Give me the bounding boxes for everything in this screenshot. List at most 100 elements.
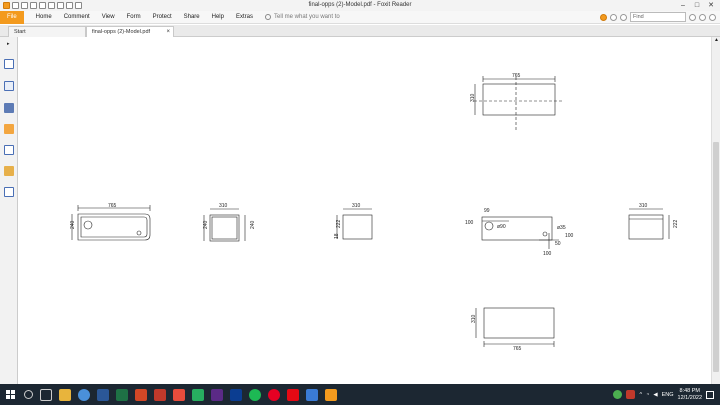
- right-view: 310 222: [628, 203, 679, 240]
- front-view-width: 765: [108, 203, 117, 209]
- lightbulb-icon: [265, 14, 271, 20]
- front-view-height: 240: [70, 220, 76, 229]
- pdf-icon[interactable]: [153, 388, 166, 401]
- hole-dim-d90: ø90: [497, 224, 506, 230]
- pinterest-icon[interactable]: [267, 388, 280, 401]
- side-view-height: 240: [203, 220, 209, 229]
- lock-icon[interactable]: [4, 166, 14, 176]
- photoshop-icon[interactable]: [229, 388, 242, 401]
- title-bar: final-opps (2)-Model.pdf - Foxit Reader …: [0, 0, 720, 11]
- tab-start-label: Start: [14, 29, 26, 35]
- side-view-width: 310: [219, 203, 228, 209]
- chrome-icon[interactable]: [77, 388, 90, 401]
- document-tab-bar: Start final-opps (2)-Model.pdf ×: [0, 25, 720, 37]
- small-box-height: 222: [336, 219, 342, 228]
- tab-document-label: final-opps (2)-Model.pdf: [92, 29, 151, 35]
- photos-icon[interactable]: [305, 388, 318, 401]
- volume-icon[interactable]: ◀: [653, 392, 657, 398]
- bottom-view-height: 310: [471, 314, 477, 323]
- menu-extras[interactable]: Extras: [230, 11, 259, 24]
- signature-icon[interactable]: [4, 187, 14, 197]
- windows-logo-icon: [5, 390, 15, 399]
- right-view-height: 222: [673, 219, 679, 228]
- comments-icon[interactable]: [4, 124, 14, 134]
- premiere-icon[interactable]: [210, 388, 223, 401]
- sun-icon[interactable]: [600, 13, 607, 21]
- clock[interactable]: 8:48 PM 12/1/2022: [678, 388, 702, 402]
- maximize-button[interactable]: □: [690, 0, 704, 11]
- system-tray: ^ ◔ ◀ ENG 8:48 PM 12/1/2022: [613, 384, 714, 405]
- search-icon[interactable]: [23, 390, 33, 399]
- hole-dim-100-bottom: 100: [543, 251, 552, 257]
- tell-me-box[interactable]: Tell me what you want to: [265, 14, 340, 20]
- layers-icon[interactable]: [4, 103, 14, 113]
- top-view-height: 310: [470, 93, 476, 102]
- tray-app-icon[interactable]: [626, 390, 636, 399]
- language-indicator[interactable]: ENG: [662, 392, 674, 398]
- excel-icon[interactable]: [115, 388, 128, 401]
- navigation-panel: ▸: [0, 37, 18, 384]
- scroll-thumb[interactable]: [713, 142, 719, 372]
- wifi-icon[interactable]: ◔: [646, 392, 649, 398]
- gear-icon[interactable]: [699, 13, 706, 21]
- hole-dim-d35: ø35: [557, 225, 566, 231]
- attachment-icon[interactable]: [4, 145, 14, 155]
- menu-home[interactable]: Home: [30, 11, 58, 24]
- powerpoint-icon[interactable]: [134, 388, 147, 401]
- netflix-icon[interactable]: [286, 388, 299, 401]
- pages-icon[interactable]: [4, 81, 14, 91]
- small-box-view: 310 222 18: [334, 203, 373, 240]
- start-button[interactable]: [0, 384, 20, 405]
- account-icon[interactable]: [620, 13, 627, 21]
- scroll-up-icon[interactable]: ▲: [712, 37, 720, 43]
- spotify-icon[interactable]: [248, 388, 261, 401]
- task-view-icon[interactable]: [39, 388, 52, 401]
- autocad-icon[interactable]: [172, 388, 185, 401]
- menu-view[interactable]: View: [96, 11, 121, 24]
- small-box-width: 310: [352, 203, 361, 209]
- clock-time: 8:48 PM: [679, 387, 700, 394]
- vertical-scrollbar[interactable]: ▲: [711, 37, 720, 384]
- close-tab-icon[interactable]: ×: [166, 27, 170, 37]
- menu-form[interactable]: Form: [121, 11, 147, 24]
- expand-panel-icon[interactable]: ▸: [7, 41, 10, 47]
- front-view: 765 240: [70, 203, 151, 241]
- window-controls: – □ ✕: [676, 0, 718, 11]
- hole-dim-100-right: 100: [565, 233, 574, 239]
- word-icon[interactable]: [96, 388, 109, 401]
- bottom-view: 765 310: [471, 307, 555, 352]
- tab-document[interactable]: final-opps (2)-Model.pdf ×: [86, 26, 174, 37]
- menu-protect[interactable]: Protect: [147, 11, 178, 24]
- bottom-view-width: 765: [513, 346, 522, 352]
- security-icon[interactable]: [613, 390, 623, 399]
- bookmark-icon[interactable]: [4, 59, 14, 69]
- app-icon[interactable]: [191, 388, 204, 401]
- menu-right-tools: Find: [600, 12, 716, 22]
- tray-arrow-icon[interactable]: ^: [639, 392, 642, 398]
- technical-drawing: 765 310 765 240 310 240 240 310 222 18 9…: [70, 73, 679, 352]
- menu-file[interactable]: File: [0, 10, 24, 24]
- document-page: 765 310 765 240 310 240 240 310 222 18 9…: [19, 37, 711, 384]
- window-title: final-opps (2)-Model.pdf - Foxit Reader: [308, 2, 412, 8]
- hole-dim-50: 50: [555, 241, 561, 247]
- minimize-button[interactable]: –: [676, 0, 690, 11]
- clock-date: 12/1/2022: [677, 394, 702, 401]
- menu-help[interactable]: Help: [206, 11, 230, 24]
- file-explorer-icon[interactable]: [58, 388, 71, 401]
- top-view-width: 765: [512, 73, 521, 79]
- find-input[interactable]: Find: [630, 12, 686, 22]
- close-button[interactable]: ✕: [704, 0, 718, 11]
- ribbon-menu: File Home Comment View Form Protect Shar…: [0, 10, 720, 24]
- tab-start[interactable]: Start: [8, 26, 86, 37]
- foxit-icon[interactable]: [324, 388, 337, 401]
- side-view: 310 240 240: [203, 203, 256, 242]
- side-view-height-right: 240: [250, 220, 256, 229]
- notifications-icon[interactable]: [706, 390, 714, 399]
- help-icon[interactable]: [610, 13, 617, 21]
- ribbon-toggle-icon[interactable]: [709, 13, 716, 21]
- menu-comment[interactable]: Comment: [58, 11, 96, 24]
- menu-share[interactable]: Share: [178, 11, 206, 24]
- small-box-offset: 18: [334, 233, 340, 239]
- windows-taskbar: ^ ◔ ◀ ENG 8:48 PM 12/1/2022: [0, 384, 720, 405]
- search-icon[interactable]: [689, 13, 696, 21]
